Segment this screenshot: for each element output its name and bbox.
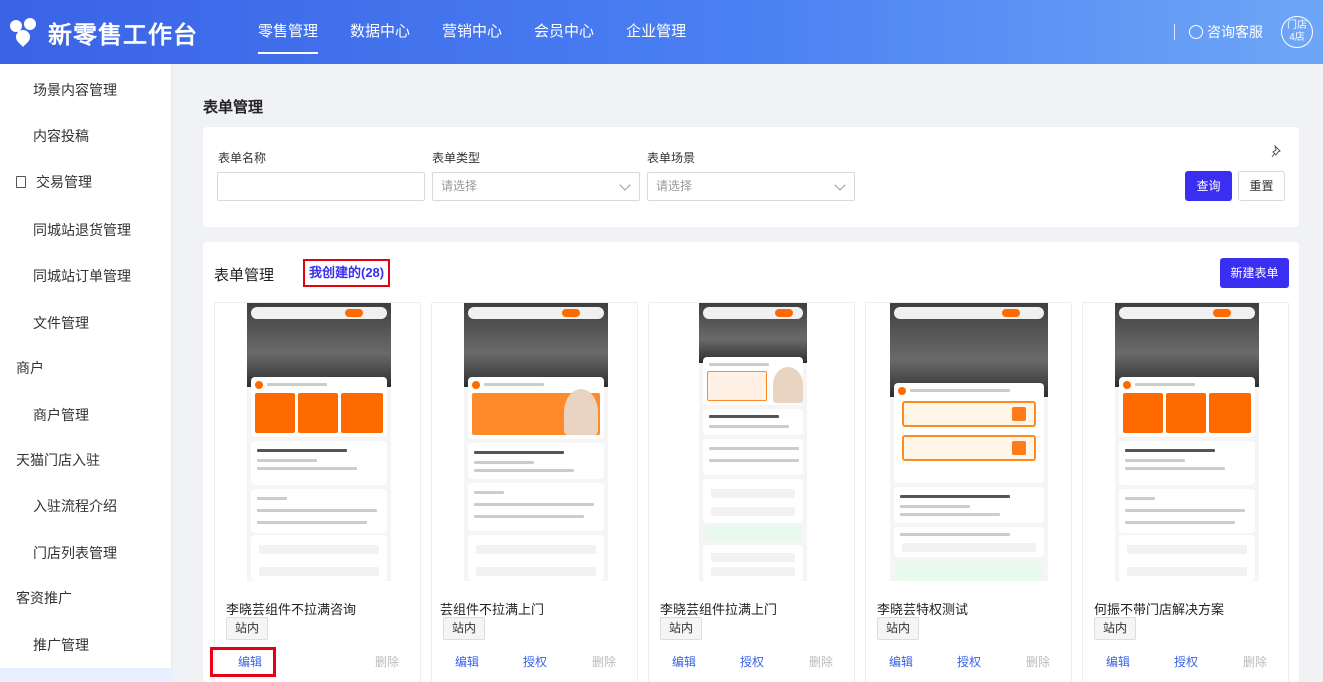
edit-button[interactable]: 编辑	[1106, 653, 1130, 670]
scope-tag: 站内	[443, 617, 486, 640]
list-title: 表单管理	[214, 267, 275, 284]
scope-tag: 站内	[877, 617, 920, 640]
form-preview-image	[1115, 303, 1259, 581]
sidebar-item-orders[interactable]: 同城站订单管理	[0, 256, 172, 296]
card-actions: 编辑 授权 删除	[432, 645, 637, 669]
authorize-button[interactable]: 授权	[957, 653, 981, 670]
form-name: 李晓芸组件不拉满咨询	[226, 602, 357, 617]
card-actions: 编辑 授权 删除	[1083, 645, 1288, 669]
sidebar-item-promotion[interactable]: 推广管理	[0, 625, 172, 665]
edit-button[interactable]: 编辑	[238, 653, 262, 670]
tab-my-created[interactable]: 我创建的(28)	[303, 259, 391, 287]
form-card[interactable]: 芸组件不拉满上门 站内 编辑 授权 删除	[431, 302, 638, 682]
sidebar: 场景内容管理 内容投稿 交易管理 同城站退货管理 同城站订单管理 文件管理 商户…	[0, 64, 172, 682]
authorize-button[interactable]: 授权	[740, 653, 764, 670]
edit-button[interactable]: 编辑	[455, 653, 479, 670]
pin-icon[interactable]	[1271, 145, 1283, 159]
delete-button[interactable]: 删除	[1243, 653, 1267, 670]
headset-icon	[1189, 25, 1203, 39]
scope-tag: 站内	[226, 617, 269, 640]
main-nav: 零售管理 数据中心 营销中心 会员中心 企业管理	[242, 0, 702, 64]
sidebar-item-files[interactable]: 文件管理	[0, 303, 172, 343]
edit-button[interactable]: 编辑	[889, 653, 913, 670]
form-preview-image	[890, 303, 1048, 581]
consult-link[interactable]: 咨询客服	[1189, 22, 1263, 42]
card-actions: 编辑 授权 删除	[649, 645, 854, 669]
new-form-button[interactable]: 新建表单	[1220, 258, 1289, 288]
query-button[interactable]: 查询	[1185, 171, 1232, 201]
reset-button[interactable]: 重置	[1238, 171, 1285, 201]
form-card[interactable]: 李晓芸组件不拉满咨询 站内 编辑 删除	[210, 302, 421, 682]
authorize-button[interactable]: 授权	[523, 653, 547, 670]
header-actions: 咨询客服 门店 4店	[1174, 12, 1313, 52]
nav-data-center[interactable]: 数据中心	[334, 0, 426, 64]
form-preview-image	[247, 303, 391, 581]
chevron-down-icon	[619, 179, 631, 191]
chevron-down-icon	[834, 179, 846, 191]
consult-label: 咨询客服	[1207, 24, 1263, 40]
form-type-select[interactable]: 请选择	[432, 172, 640, 201]
form-type-placeholder: 请选择	[441, 179, 478, 193]
sidebar-item-store-list[interactable]: 门店列表管理	[0, 533, 172, 573]
nav-retail[interactable]: 零售管理	[242, 0, 334, 64]
app-title: 新零售工作台	[48, 21, 198, 49]
delete-button[interactable]: 删除	[809, 653, 833, 670]
nav-member[interactable]: 会员中心	[518, 0, 610, 64]
scope-tag: 站内	[1094, 617, 1137, 640]
sidebar-item-scene-content[interactable]: 场景内容管理	[0, 70, 172, 110]
delete-button[interactable]: 删除	[592, 653, 616, 670]
edit-button[interactable]: 编辑	[672, 653, 696, 670]
store-badge[interactable]: 门店 4店	[1281, 16, 1313, 48]
form-scene-placeholder: 请选择	[656, 179, 693, 193]
nav-enterprise[interactable]: 企业管理	[610, 0, 702, 64]
sidebar-item-merchant-manage[interactable]: 商户管理	[0, 395, 172, 435]
form-card[interactable]: 李晓芸组件拉满上门 站内 编辑 授权 删除	[648, 302, 855, 682]
form-name: 何振不带门店解决方案	[1094, 602, 1225, 617]
store-badge-line1: 门店	[1287, 20, 1307, 31]
sidebar-item-onboarding[interactable]: 入驻流程介绍	[0, 486, 172, 526]
form-name: 李晓芸组件拉满上门	[660, 602, 778, 617]
delete-button[interactable]: 删除	[1026, 653, 1050, 670]
form-name-label: 表单名称	[218, 151, 267, 165]
page-title: 表单管理	[203, 99, 264, 116]
divider	[1174, 24, 1175, 40]
top-header: 新零售工作台 零售管理 数据中心 营销中心 会员中心 企业管理 咨询客服 门店 …	[0, 0, 1323, 64]
sidebar-item-trade[interactable]: 交易管理	[0, 162, 172, 202]
card-actions: 编辑 删除	[210, 645, 420, 677]
form-list-panel: 表单管理 我创建的(28) 新建表单 李晓芸组件不拉满咨询 站内 编辑 删除 芸…	[203, 242, 1299, 682]
form-scene-label: 表单场景	[647, 151, 696, 165]
sidebar-item-leads[interactable]: 客资推广	[0, 578, 172, 618]
form-name: 李晓芸特权测试	[877, 602, 969, 617]
form-preview-image	[699, 303, 807, 581]
form-name: 芸组件不拉满上门	[440, 602, 545, 617]
card-actions: 编辑 授权 删除	[866, 645, 1071, 669]
store-badge-line2: 4店	[1289, 32, 1305, 43]
sidebar-item-tmall[interactable]: 天猫门店入驻	[0, 440, 172, 480]
sidebar-item-label: 交易管理	[36, 174, 92, 190]
form-scene-select[interactable]: 请选择	[647, 172, 855, 201]
filter-panel: 表单名称 表单类型 请选择 表单场景 请选择 查询 重置	[203, 127, 1299, 227]
sidebar-item-content-submit[interactable]: 内容投稿	[0, 116, 172, 156]
scope-tag: 站内	[660, 617, 703, 640]
nav-marketing[interactable]: 营销中心	[426, 0, 518, 64]
sidebar-active-indicator	[0, 668, 172, 682]
form-name-input[interactable]	[217, 172, 425, 201]
document-icon	[16, 176, 26, 188]
sidebar-item-merchant[interactable]: 商户	[0, 348, 172, 388]
form-type-label: 表单类型	[432, 151, 481, 165]
authorize-button[interactable]: 授权	[1174, 653, 1198, 670]
sidebar-item-return[interactable]: 同城站退货管理	[0, 210, 172, 250]
form-preview-image	[464, 303, 608, 581]
form-card[interactable]: 何振不带门店解决方案 站内 编辑 授权 删除	[1082, 302, 1289, 682]
app-logo[interactable]: 新零售工作台	[10, 14, 198, 50]
logo-icon	[10, 18, 40, 47]
form-card[interactable]: 李晓芸特权测试 站内 编辑 授权 删除	[865, 302, 1072, 682]
delete-button[interactable]: 删除	[375, 653, 399, 670]
